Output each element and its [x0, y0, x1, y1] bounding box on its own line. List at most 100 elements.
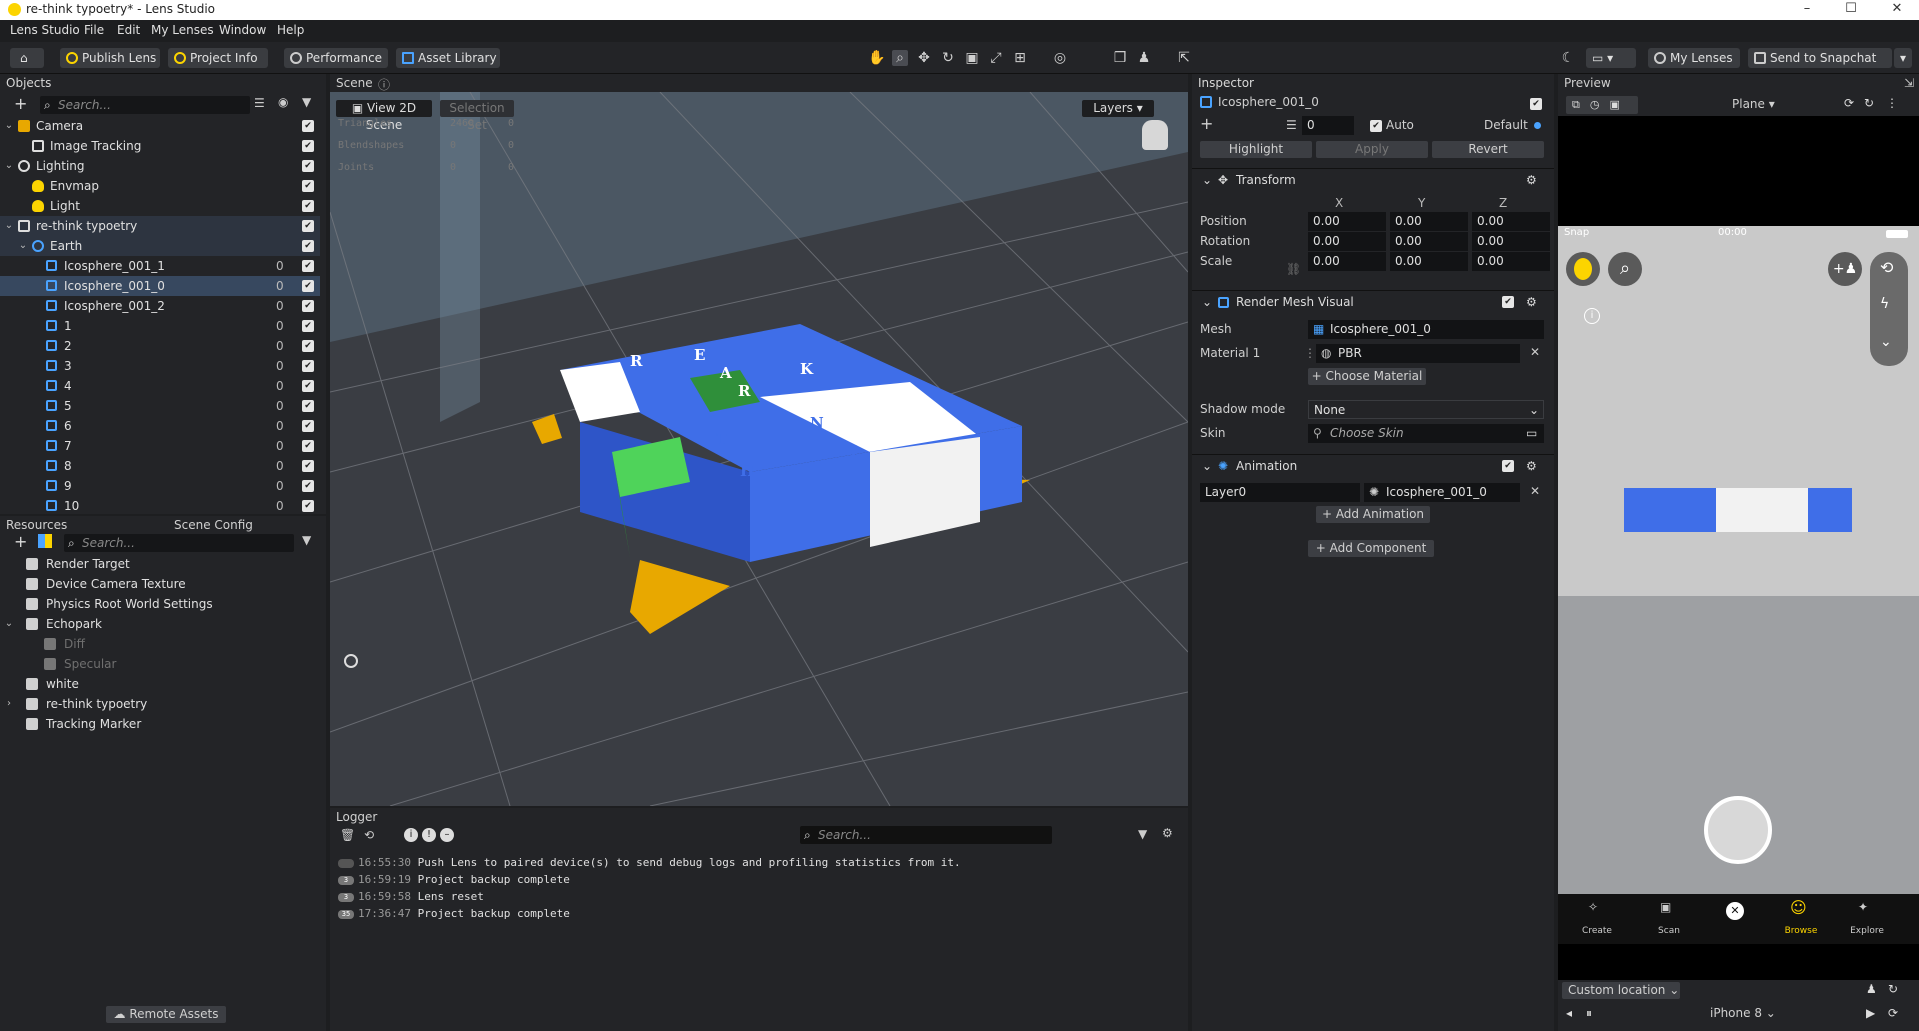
- footer-refresh-icon[interactable]: ⟳: [1888, 1006, 1898, 1020]
- object-row-re-think-typoetry[interactable]: ⌄ re-think typoetry ✔: [0, 216, 320, 236]
- resource-row-render-target[interactable]: Render Target: [0, 554, 326, 574]
- close-button[interactable]: ✕: [1882, 1, 1912, 19]
- object-row-icosphere-001-1[interactable]: Icosphere_001_1 0 ✔: [0, 256, 320, 276]
- pause-icon[interactable]: ⏸: [1586, 1006, 1592, 1021]
- log-entry[interactable]: 16:55:30 Push Lens to paired device(s) t…: [338, 856, 961, 869]
- snap-ghost-icon[interactable]: [1142, 120, 1168, 150]
- resource-row-tracking-marker[interactable]: Tracking Marker: [0, 714, 326, 734]
- resource-row-physics-root-world-settings[interactable]: Physics Root World Settings: [0, 594, 326, 614]
- preview-pin-icon[interactable]: ⇲: [1904, 76, 1914, 90]
- inspector-object-name[interactable]: Icosphere_001_0: [1218, 95, 1319, 109]
- asset-grid-icon[interactable]: [38, 534, 52, 548]
- transform-section-header[interactable]: ⌄ ✥ Transform ⚙: [1192, 168, 1554, 190]
- theme-moon-icon[interactable]: ☾: [1560, 50, 1576, 66]
- object-visibility-checkbox[interactable]: ✔: [302, 380, 314, 392]
- preview-refresh-icon[interactable]: ⟳: [1844, 96, 1854, 110]
- menu-window[interactable]: Window: [219, 23, 266, 37]
- plane-dropdown[interactable]: Plane ▾: [1732, 97, 1775, 111]
- scene-info-icon[interactable]: ⓘ: [378, 76, 390, 93]
- object-row-10[interactable]: 10 0 ✔: [0, 496, 320, 512]
- object-visibility-checkbox[interactable]: ✔: [302, 120, 314, 132]
- object-visibility-checkbox[interactable]: ✔: [302, 460, 314, 472]
- object-visibility-checkbox[interactable]: ✔: [302, 280, 314, 292]
- add-component-button[interactable]: + Add Component: [1308, 540, 1434, 557]
- animation-section-header[interactable]: ⌄ ✺ Animation ✔ ⚙: [1192, 454, 1554, 476]
- animation-layer-field[interactable]: Layer0: [1200, 483, 1360, 502]
- capture-button[interactable]: [1704, 796, 1772, 864]
- resource-row-white[interactable]: white: [0, 674, 326, 694]
- object-row-icosphere-001-2[interactable]: Icosphere_001_2 0 ✔: [0, 296, 320, 316]
- logger-settings-icon[interactable]: ⚙: [1162, 826, 1173, 840]
- layers-dropdown[interactable]: Layers ▾: [1082, 100, 1154, 117]
- rect-tool-icon[interactable]: ⤢: [988, 50, 1004, 66]
- resource-row-device-camera-texture[interactable]: Device Camera Texture: [0, 574, 326, 594]
- object-visibility-checkbox[interactable]: ✔: [302, 260, 314, 272]
- my-lenses-button[interactable]: My Lenses: [1648, 48, 1740, 68]
- hand-icon[interactable]: ✋: [868, 50, 885, 66]
- add-object-icon[interactable]: +: [14, 94, 27, 113]
- explore-icon[interactable]: ✦: [1858, 900, 1868, 914]
- logger-search[interactable]: Search...: [800, 826, 1052, 844]
- add-friend-icon[interactable]: +♟: [1828, 252, 1862, 286]
- menu-help[interactable]: Help: [277, 23, 304, 37]
- object-row-lighting[interactable]: ⌄ Lighting ✔: [0, 156, 320, 176]
- mesh-field[interactable]: ▦ Icosphere_001_0: [1308, 320, 1544, 339]
- select-icon[interactable]: ⌕: [892, 50, 908, 66]
- object-visibility-checkbox[interactable]: ✔: [302, 240, 314, 252]
- object-row-3[interactable]: 3 0 ✔: [0, 356, 320, 376]
- filter-icon[interactable]: ▼: [302, 95, 311, 109]
- object-row-envmap[interactable]: Envmap ✔: [0, 176, 320, 196]
- material-field[interactable]: ◍ PBR: [1316, 344, 1520, 363]
- object-visibility-checkbox[interactable]: ✔: [302, 480, 314, 492]
- scale-link-icon[interactable]: ⛓: [1286, 262, 1301, 276]
- rmv-enabled-checkbox[interactable]: ✔: [1502, 296, 1514, 308]
- lens-info-icon[interactable]: i: [1584, 308, 1600, 324]
- video-icon[interactable]: ▶: [1866, 1006, 1875, 1020]
- create-icon[interactable]: ✧: [1588, 900, 1598, 914]
- object-row-7[interactable]: 7 0 ✔: [0, 436, 320, 456]
- person-settings-icon[interactable]: ♟: [1866, 982, 1877, 996]
- remove-animation-icon[interactable]: ✕: [1530, 484, 1540, 498]
- clear-on-reset-icon[interactable]: ⟲: [364, 828, 374, 842]
- object-row-4[interactable]: 4 0 ✔: [0, 376, 320, 396]
- object-row-icosphere-001-0[interactable]: Icosphere_001_0 0 ✔: [0, 276, 320, 296]
- snap-grid-icon[interactable]: ⊞: [1012, 50, 1028, 66]
- remove-material-icon[interactable]: ✕: [1530, 345, 1540, 359]
- folder-icon[interactable]: ▭: [1526, 424, 1537, 443]
- rotation-x-field[interactable]: 0.00: [1308, 232, 1386, 251]
- expand-chevron-icon[interactable]: ›: [4, 694, 14, 714]
- error-filter-icon[interactable]: –: [440, 828, 454, 842]
- home-button[interactable]: ⌂: [10, 48, 44, 68]
- rmv-settings-icon[interactable]: ⚙: [1526, 291, 1537, 313]
- browse-smile-icon[interactable]: ☺: [1790, 898, 1807, 917]
- add-animation-button[interactable]: + Add Animation: [1316, 506, 1430, 523]
- object-visibility-checkbox[interactable]: ✔: [302, 440, 314, 452]
- animation-clip-field[interactable]: ✺ Icosphere_001_0: [1364, 483, 1520, 502]
- object-visibility-checkbox[interactable]: ✔: [302, 200, 314, 212]
- mute-icon[interactable]: ◂: [1566, 1006, 1572, 1020]
- object-visibility-checkbox[interactable]: ✔: [302, 420, 314, 432]
- list-view-icon[interactable]: ☰: [254, 96, 265, 110]
- scale-icon[interactable]: ▣: [964, 50, 980, 66]
- object-visibility-checkbox[interactable]: ✔: [302, 160, 314, 172]
- preview-mode-buttons[interactable]: ⧉◷▣: [1566, 96, 1638, 114]
- person-icon[interactable]: ♟: [1136, 50, 1152, 66]
- publish-lens-button[interactable]: Publish Lens: [60, 48, 160, 68]
- nav-create[interactable]: Create: [1572, 926, 1622, 936]
- object-row-5[interactable]: 5 0 ✔: [0, 396, 320, 416]
- tab-scene-config[interactable]: Scene Config: [174, 516, 253, 534]
- rotate-icon[interactable]: ↻: [940, 50, 956, 66]
- object-visibility-checkbox[interactable]: ✔: [302, 360, 314, 372]
- object-row-earth[interactable]: ⌄ Earth ✔: [0, 236, 320, 256]
- menu-edit[interactable]: Edit: [117, 23, 140, 37]
- selection-set-button[interactable]: Selection Set: [440, 100, 514, 132]
- expand-chevron-icon[interactable]: ⌄: [4, 216, 14, 236]
- transform-settings-icon[interactable]: ⚙: [1526, 169, 1537, 191]
- add-child-icon[interactable]: +: [1200, 114, 1213, 133]
- nav-scan[interactable]: Scan: [1644, 926, 1694, 936]
- resource-row-re-think-typoetry[interactable]: › re-think typoetry: [0, 694, 326, 714]
- revert-button[interactable]: Revert: [1432, 141, 1544, 158]
- rotation-y-field[interactable]: 0.00: [1390, 232, 1468, 251]
- expand-chevron-icon[interactable]: ⌄: [4, 614, 14, 634]
- rotation-z-field[interactable]: 0.00: [1472, 232, 1550, 251]
